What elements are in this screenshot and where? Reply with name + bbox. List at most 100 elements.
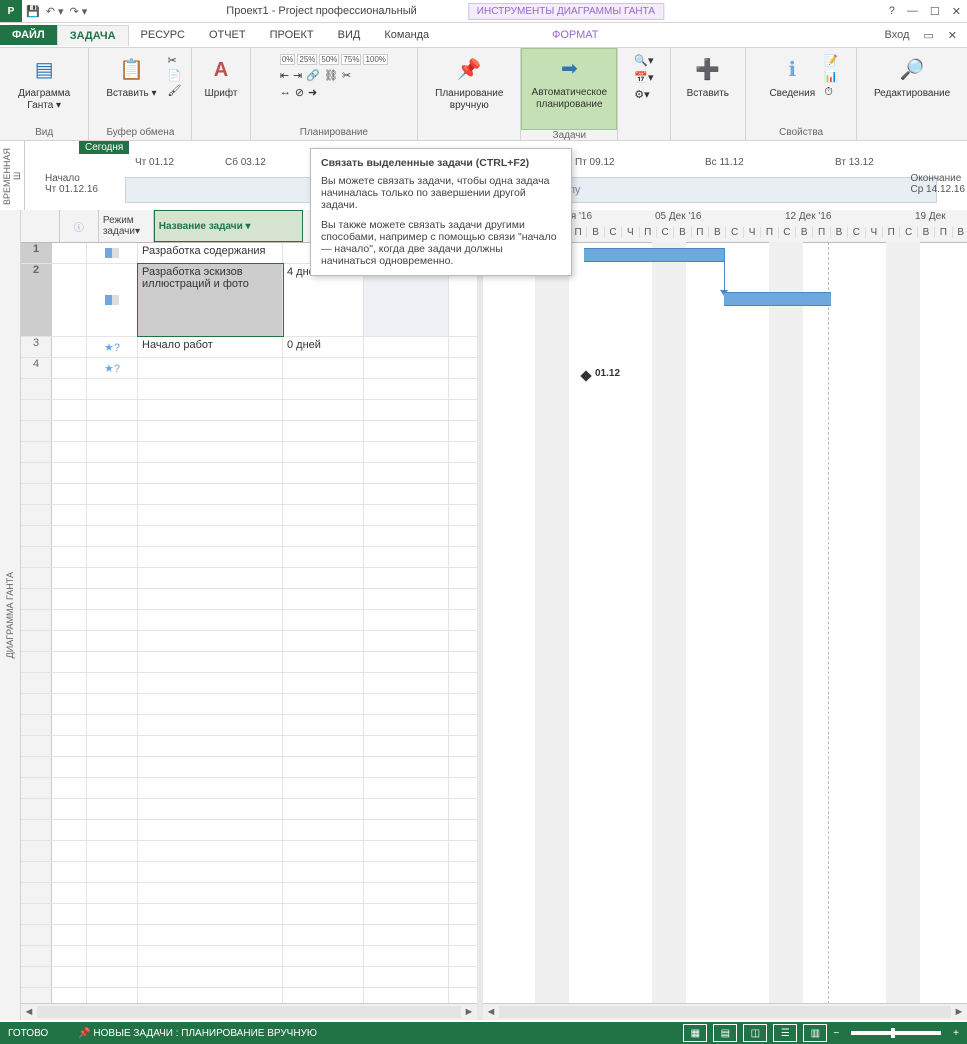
undo-icon[interactable]: ↶ ▾: [46, 5, 64, 18]
group-label-clipboard: Буфер обмена: [106, 127, 174, 140]
view-resource-icon[interactable]: ☰: [773, 1024, 797, 1042]
table-row[interactable]: [21, 925, 477, 946]
respect-links-icon[interactable]: ↔: [280, 86, 291, 99]
table-row[interactable]: [21, 547, 477, 568]
tab-view[interactable]: ВИД: [326, 25, 373, 45]
table-row[interactable]: [21, 400, 477, 421]
tab-project[interactable]: ПРОЕКТ: [258, 25, 326, 45]
table-row[interactable]: [21, 967, 477, 988]
mode-icon[interactable]: ⚙▾: [634, 88, 649, 101]
table-row[interactable]: [21, 988, 477, 1003]
maximize-icon[interactable]: ☐: [930, 5, 940, 18]
table-row[interactable]: [21, 526, 477, 547]
inspect-icon[interactable]: 🔍▾: [634, 54, 653, 67]
copy-icon[interactable]: 📄: [167, 69, 181, 82]
tab-file[interactable]: ФАЙЛ: [0, 25, 57, 45]
table-row[interactable]: [21, 421, 477, 442]
timeline-tick: Пт 09.12: [575, 157, 615, 168]
table-row[interactable]: [21, 904, 477, 925]
view-report-icon[interactable]: ▥: [803, 1024, 827, 1042]
timeline-add-icon[interactable]: ⏱: [824, 86, 838, 99]
table-row[interactable]: [21, 820, 477, 841]
table-row[interactable]: [21, 568, 477, 589]
gantt-chart[interactable]: Ноя '16 05 Дек '16 12 Дек '16 19 Дек СЧП…: [483, 210, 967, 1020]
table-row[interactable]: [21, 463, 477, 484]
unlink-icon[interactable]: ⛓: [324, 69, 338, 82]
notes-icon[interactable]: 📝: [824, 54, 838, 67]
table-row[interactable]: [21, 442, 477, 463]
task-info-button[interactable]: ℹСведения: [764, 50, 820, 100]
col-name[interactable]: Название задачи ▾: [154, 210, 304, 242]
gantt-body[interactable]: 01.12: [483, 242, 967, 1004]
move-task-icon[interactable]: 📅▾: [634, 71, 653, 84]
task-bar-1[interactable]: [584, 248, 724, 262]
help-icon[interactable]: ?: [889, 5, 895, 18]
table-row[interactable]: [21, 778, 477, 799]
table-row[interactable]: [21, 715, 477, 736]
view-team-icon[interactable]: ◫: [743, 1024, 767, 1042]
table-row[interactable]: [21, 736, 477, 757]
status-schedule-mode[interactable]: 📌 НОВЫЕ ЗАДАЧИ : ПЛАНИРОВАНИЕ ВРУЧНУЮ: [78, 1028, 317, 1039]
table-row[interactable]: [21, 505, 477, 526]
task-bar-2[interactable]: [724, 292, 831, 306]
milestone-3[interactable]: [580, 370, 591, 381]
view-gantt-icon[interactable]: ▦: [683, 1024, 707, 1042]
tab-task[interactable]: ЗАДАЧА: [57, 25, 129, 46]
timeline-tick: Чт 01.12: [135, 157, 174, 168]
save-icon[interactable]: 💾: [26, 5, 40, 18]
auto-schedule-button[interactable]: ➡Автоматическое планирование: [521, 48, 617, 130]
tab-format[interactable]: ФОРМАТ: [540, 25, 611, 45]
table-row[interactable]: [21, 799, 477, 820]
table-row[interactable]: [21, 673, 477, 694]
col-mode[interactable]: Режим задачи▾: [99, 210, 154, 242]
col-info[interactable]: ⓘ: [60, 210, 99, 242]
close-icon[interactable]: ✕: [952, 5, 961, 18]
indent-icon[interactable]: ⇥: [293, 69, 302, 82]
link-icon[interactable]: 🔗: [306, 69, 320, 82]
today-badge: Сегодня: [79, 141, 129, 154]
table-row[interactable]: [21, 484, 477, 505]
ribbon-collapse-icon[interactable]: ▭: [923, 29, 933, 42]
format-painter-icon[interactable]: 🖌: [167, 84, 181, 97]
table-row[interactable]: [21, 652, 477, 673]
redo-icon[interactable]: ↷ ▾: [70, 5, 88, 18]
table-row[interactable]: [21, 589, 477, 610]
login-button[interactable]: Вход: [884, 29, 909, 41]
gantt-hscroll[interactable]: ◄►: [483, 1003, 967, 1020]
move-icon[interactable]: ➜: [308, 86, 317, 99]
percent-complete-row[interactable]: 0%25%50%75%100%: [280, 54, 388, 65]
editing-button[interactable]: 🔎Редактирование: [867, 50, 957, 100]
inactivate-icon[interactable]: ⊘: [295, 86, 304, 99]
table-row[interactable]: [21, 610, 477, 631]
insert-task-button[interactable]: ➕Вставить: [680, 50, 736, 100]
table-row[interactable]: [21, 946, 477, 967]
split-icon[interactable]: ✂: [342, 69, 351, 82]
tab-team[interactable]: Команда: [372, 25, 441, 45]
table-row[interactable]: 3 ★? Начало работ 0 дней: [21, 337, 477, 358]
cut-icon[interactable]: ✂: [167, 54, 181, 67]
table-row[interactable]: 4 ★?: [21, 358, 477, 379]
table-row[interactable]: [21, 757, 477, 778]
table-row[interactable]: [21, 841, 477, 862]
manual-schedule-button[interactable]: 📌Планирование вручную: [437, 50, 501, 112]
gantt-tools-tab[interactable]: ИНСТРУМЕНТЫ ДИАГРАММЫ ГАНТА: [468, 3, 664, 20]
outdent-icon[interactable]: ⇤: [280, 69, 289, 82]
zoom-in-icon[interactable]: +: [953, 1028, 959, 1039]
minimize-icon[interactable]: —: [907, 5, 918, 18]
table-row[interactable]: [21, 883, 477, 904]
gantt-chart-button[interactable]: ▤Диаграмма Ганта ▾: [12, 50, 76, 112]
tab-report[interactable]: ОТЧЕТ: [197, 25, 258, 45]
font-button[interactable]: AШрифт: [201, 50, 241, 100]
view-usage-icon[interactable]: ▤: [713, 1024, 737, 1042]
close-doc-icon[interactable]: ✕: [948, 29, 957, 42]
details-icon[interactable]: 📊: [824, 70, 838, 83]
paste-button[interactable]: 📋Вставить ▾: [99, 50, 163, 100]
table-row[interactable]: [21, 694, 477, 715]
zoom-out-icon[interactable]: −: [833, 1028, 839, 1039]
table-row[interactable]: [21, 862, 477, 883]
tab-resource[interactable]: РЕСУРС: [129, 25, 197, 45]
table-row[interactable]: [21, 631, 477, 652]
zoom-slider[interactable]: [851, 1031, 941, 1035]
table-row[interactable]: [21, 379, 477, 400]
table-hscroll[interactable]: ◄►: [21, 1003, 477, 1020]
